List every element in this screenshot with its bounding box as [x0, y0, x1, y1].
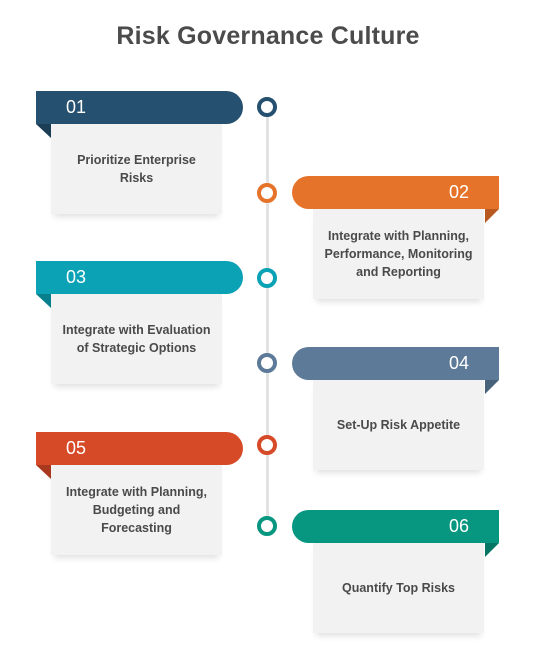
banner-fold	[36, 465, 51, 479]
step-number-banner: 01	[36, 91, 243, 124]
step-number-banner: 06	[292, 510, 499, 543]
timeline-node-01	[257, 97, 277, 117]
timeline-line	[266, 106, 269, 527]
step-number-banner: 02	[292, 176, 499, 209]
step-number-banner: 05	[36, 432, 243, 465]
step-number-banner: 03	[36, 261, 243, 294]
banner-fold	[485, 209, 499, 223]
timeline-node-03	[257, 268, 277, 288]
banner-fold	[36, 294, 51, 308]
banner-fold	[485, 380, 499, 394]
banner-fold	[485, 543, 499, 557]
timeline-node-04	[257, 353, 277, 373]
step-card: Integrate with Planning, Performance, Mo…	[313, 209, 484, 299]
banner-fold	[36, 124, 51, 138]
step-card: Integrate with Evaluation of Strategic O…	[51, 294, 222, 384]
timeline-node-02	[257, 183, 277, 203]
step-number-banner: 04	[292, 347, 499, 380]
step-card: Prioritize Enterprise Risks	[51, 124, 222, 214]
step-card: Set-Up Risk Appetite	[313, 380, 484, 470]
diagram-title: Risk Governance Culture	[116, 22, 420, 50]
timeline-node-05	[257, 435, 277, 455]
timeline-node-06	[257, 516, 277, 536]
step-card: Quantify Top Risks	[313, 543, 484, 633]
step-card: Integrate with Planning, Budgeting and F…	[51, 465, 222, 555]
